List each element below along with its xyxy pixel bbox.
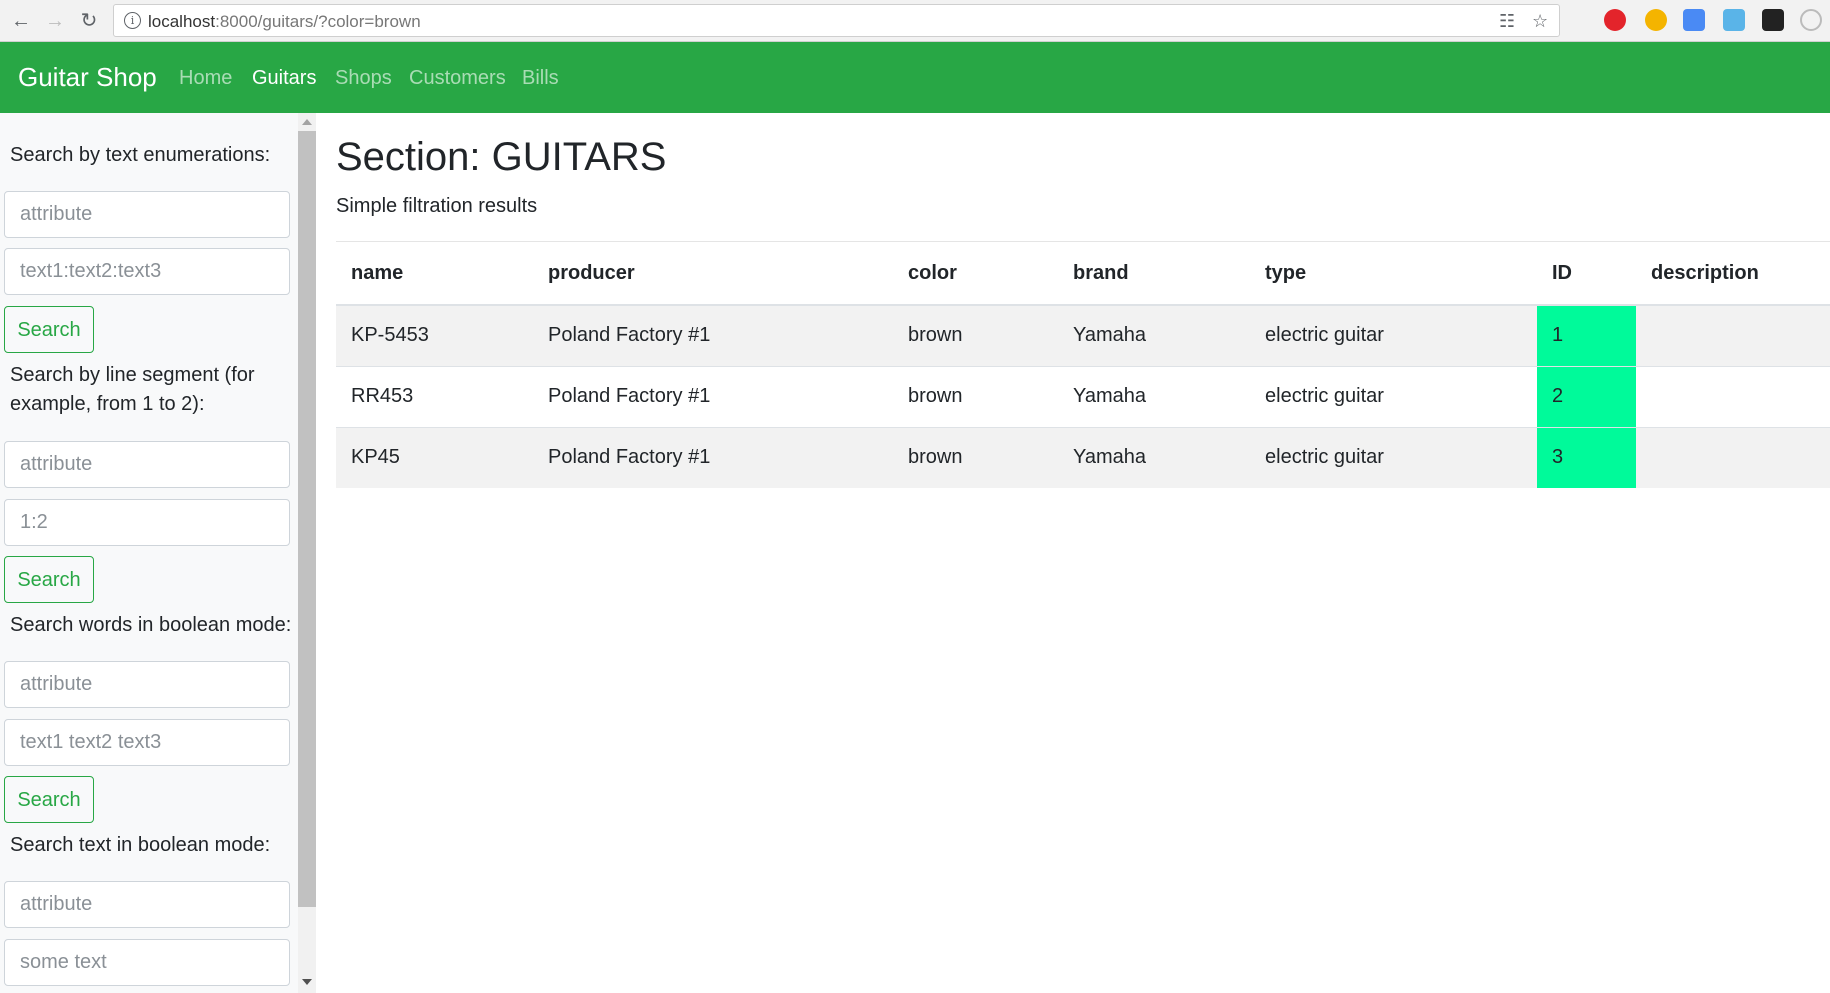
cell-producer: Poland Factory #1 xyxy=(533,426,893,488)
cell-description xyxy=(1636,426,1830,488)
nav-link-customers[interactable]: Customers xyxy=(409,67,506,90)
table-row: RR453 Poland Factory #1 brown Yamaha ele… xyxy=(336,365,1830,427)
info-icon[interactable]: i xyxy=(124,12,141,29)
cell-type: electric guitar xyxy=(1250,365,1537,427)
table-header-row: name producer color brand type ID descri… xyxy=(336,243,1830,306)
text-enum-search-button[interactable]: Search xyxy=(4,306,94,353)
page-title: Section: GUITARS xyxy=(336,135,667,179)
column-header-description: description xyxy=(1636,243,1830,306)
scroll-up-icon[interactable] xyxy=(302,119,312,125)
address-bar[interactable]: i localhost:8000/guitars/?color=brown ☷ … xyxy=(113,4,1560,37)
nav-link-bills[interactable]: Bills xyxy=(522,67,559,90)
column-header-type: type xyxy=(1250,243,1537,306)
cell-type: electric guitar xyxy=(1250,304,1537,366)
cell-producer: Poland Factory #1 xyxy=(533,365,893,427)
guitars-table: name producer color brand type ID descri… xyxy=(336,243,1830,488)
divider xyxy=(336,241,1830,242)
column-header-id: ID xyxy=(1537,243,1636,306)
column-header-producer: producer xyxy=(533,243,893,306)
boolean-words-values-input[interactable] xyxy=(4,719,290,766)
cell-id: 2 xyxy=(1537,365,1636,427)
table-row: KP-5453 Poland Factory #1 brown Yamaha e… xyxy=(336,304,1830,366)
search-sidebar: Search by text enumerations: Search Sear… xyxy=(0,113,300,993)
sidebar-scrollbar[interactable] xyxy=(298,113,316,993)
main-content: Section: GUITARS Simple filtration resul… xyxy=(336,113,1830,993)
cell-color: brown xyxy=(893,304,1058,366)
text-enum-values-input[interactable] xyxy=(4,248,290,295)
top-navbar: Guitar Shop Home Guitars Shops Customers… xyxy=(0,42,1830,113)
text-enum-label: Search by text enumerations: xyxy=(10,144,271,166)
screenshot-extension-icon[interactable] xyxy=(1723,9,1745,31)
scroll-down-icon[interactable] xyxy=(302,979,312,985)
cell-type: electric guitar xyxy=(1250,426,1537,488)
url-text: localhost:8000/guitars/?color=brown xyxy=(148,12,421,31)
cell-name: RR453 xyxy=(336,365,533,427)
forward-icon[interactable]: → xyxy=(42,8,68,34)
nav-link-shops[interactable]: Shops xyxy=(335,67,392,90)
boolean-text-label: Search text in boolean mode: xyxy=(10,834,271,856)
cell-name: KP45 xyxy=(336,426,533,488)
scroll-thumb[interactable] xyxy=(298,131,316,907)
cell-id: 1 xyxy=(1537,304,1636,366)
boolean-words-label: Search words in boolean mode: xyxy=(10,614,292,636)
nav-link-home[interactable]: Home xyxy=(179,67,232,90)
cell-name: KP-5453 xyxy=(336,304,533,366)
cell-id: 3 xyxy=(1537,426,1636,488)
back-icon[interactable]: ← xyxy=(8,8,34,34)
page-subtitle: Simple filtration results xyxy=(336,195,538,217)
line-segment-label: Search by line segment (for example, fro… xyxy=(10,364,255,415)
translate-icon[interactable]: ☷ xyxy=(1499,11,1515,32)
opera-extension-icon[interactable] xyxy=(1604,9,1626,31)
reload-icon[interactable]: ↻ xyxy=(76,8,102,34)
cell-brand: Yamaha xyxy=(1058,426,1250,488)
line-segment-search-button[interactable]: Search xyxy=(4,556,94,603)
cell-color: brown xyxy=(893,365,1058,427)
boolean-text-value-input[interactable] xyxy=(4,939,290,986)
text-enum-attribute-input[interactable] xyxy=(4,191,290,238)
browser-toolbar: ← → ↻ i localhost:8000/guitars/?color=br… xyxy=(0,0,1830,42)
cell-brand: Yamaha xyxy=(1058,304,1250,366)
column-header-color: color xyxy=(893,243,1058,306)
column-header-brand: brand xyxy=(1058,243,1250,306)
boolean-words-attribute-input[interactable] xyxy=(4,661,290,708)
cell-producer: Poland Factory #1 xyxy=(533,304,893,366)
colors-extension-icon[interactable] xyxy=(1645,9,1667,31)
account-icon[interactable] xyxy=(1800,9,1822,31)
translate-extension-icon[interactable] xyxy=(1683,9,1705,31)
boolean-text-attribute-input[interactable] xyxy=(4,881,290,928)
brand-logo[interactable]: Guitar Shop xyxy=(18,62,157,93)
column-header-name: name xyxy=(336,243,533,306)
line-segment-range-input[interactable] xyxy=(4,499,290,546)
nav-link-guitars[interactable]: Guitars xyxy=(252,67,316,90)
table-row: KP45 Poland Factory #1 brown Yamaha elec… xyxy=(336,426,1830,488)
cell-description xyxy=(1636,365,1830,427)
boolean-words-search-button[interactable]: Search xyxy=(4,776,94,823)
cell-brand: Yamaha xyxy=(1058,365,1250,427)
cell-description xyxy=(1636,304,1830,366)
incognito-extension-icon[interactable] xyxy=(1762,9,1784,31)
cell-color: brown xyxy=(893,426,1058,488)
line-segment-attribute-input[interactable] xyxy=(4,441,290,488)
star-icon[interactable]: ☆ xyxy=(1532,11,1548,32)
